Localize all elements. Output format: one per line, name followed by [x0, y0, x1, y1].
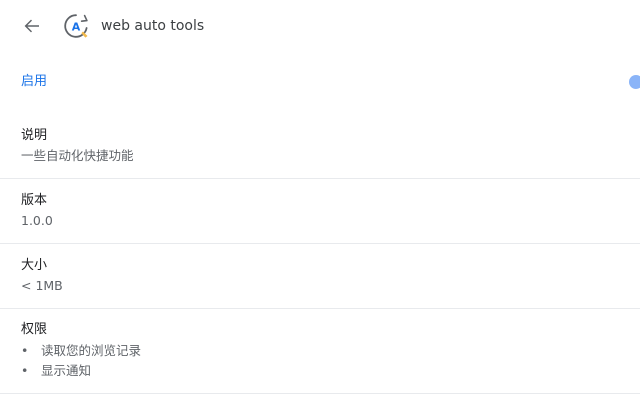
size-title: 大小	[21, 258, 48, 273]
extension-logo-letter: A	[72, 21, 81, 34]
description-section: 说明 一些自动化快捷功能	[0, 118, 640, 179]
page-header: A web auto tools	[0, 0, 640, 52]
bullet-icon: •	[21, 363, 29, 378]
version-section: 版本 1.0.0	[0, 179, 640, 244]
extension-logo-icon: A	[64, 14, 88, 38]
size-section: 大小 < 1MB	[0, 244, 640, 309]
enable-label: 启用	[21, 74, 48, 89]
version-title: 版本	[21, 193, 48, 208]
arrow-left-icon	[24, 19, 39, 33]
permissions-section: 权限 • 读取您的浏览记录 • 显示通知	[0, 309, 640, 394]
permission-item: • 读取您的浏览记录	[21, 343, 141, 359]
description-value: 一些自动化快捷功能	[21, 148, 134, 163]
permission-item-label: 读取您的浏览记录	[41, 343, 142, 358]
extension-title: web auto tools	[101, 18, 205, 34]
permission-item-label: 显示通知	[41, 363, 92, 378]
toggle-knob	[629, 75, 640, 89]
enable-row: 启用	[0, 62, 640, 102]
enable-toggle[interactable]	[628, 74, 640, 90]
permissions-title: 权限	[21, 322, 48, 337]
description-title: 说明	[21, 128, 48, 143]
size-value: < 1MB	[21, 278, 63, 293]
bullet-icon: •	[21, 343, 29, 358]
back-button[interactable]	[18, 12, 46, 40]
version-value: 1.0.0	[21, 213, 53, 228]
extension-details-page: A web auto tools 启用 说明 一些自动化快捷功能 版本 1.0.…	[0, 0, 640, 400]
permission-item: • 显示通知	[21, 363, 91, 379]
